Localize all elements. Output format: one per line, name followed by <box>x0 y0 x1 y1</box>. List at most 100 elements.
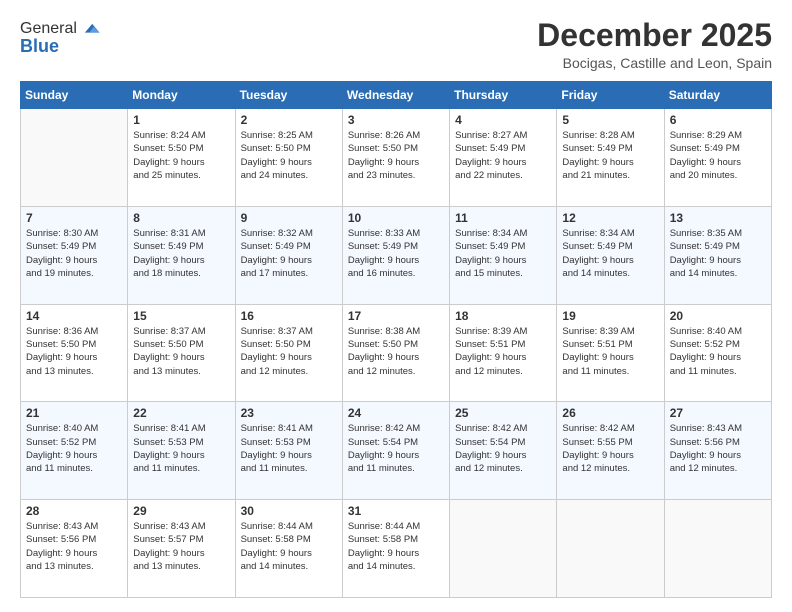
day-info: Sunrise: 8:42 AMSunset: 5:54 PMDaylight:… <box>455 422 551 475</box>
day-number: 1 <box>133 113 229 127</box>
calendar-cell-w3-d6: 20 Sunrise: 8:40 AMSunset: 5:52 PMDayligh… <box>664 304 771 402</box>
calendar-cell-w5-d2: 30 Sunrise: 8:44 AMSunset: 5:58 PMDayligh… <box>235 500 342 598</box>
day-number: 24 <box>348 406 444 420</box>
day-info: Sunrise: 8:30 AMSunset: 5:49 PMDaylight:… <box>26 227 122 280</box>
calendar-cell-w5-d4 <box>450 500 557 598</box>
day-number: 9 <box>241 211 337 225</box>
calendar-cell-w4-d2: 23 Sunrise: 8:41 AMSunset: 5:53 PMDayligh… <box>235 402 342 500</box>
calendar-cell-w3-d5: 19 Sunrise: 8:39 AMSunset: 5:51 PMDayligh… <box>557 304 664 402</box>
day-info: Sunrise: 8:43 AMSunset: 5:56 PMDaylight:… <box>26 520 122 573</box>
day-number: 30 <box>241 504 337 518</box>
day-info: Sunrise: 8:35 AMSunset: 5:49 PMDaylight:… <box>670 227 766 280</box>
day-info: Sunrise: 8:40 AMSunset: 5:52 PMDaylight:… <box>26 422 122 475</box>
calendar-cell-w2-d3: 10 Sunrise: 8:33 AMSunset: 5:49 PMDayligh… <box>342 206 449 304</box>
day-number: 27 <box>670 406 766 420</box>
day-number: 16 <box>241 309 337 323</box>
calendar-cell-w4-d0: 21 Sunrise: 8:40 AMSunset: 5:52 PMDayligh… <box>21 402 128 500</box>
calendar-cell-w3-d3: 17 Sunrise: 8:38 AMSunset: 5:50 PMDayligh… <box>342 304 449 402</box>
header-saturday: Saturday <box>664 82 771 109</box>
calendar-cell-w1-d4: 4 Sunrise: 8:27 AMSunset: 5:49 PMDaylight… <box>450 109 557 207</box>
day-number: 3 <box>348 113 444 127</box>
day-info: Sunrise: 8:32 AMSunset: 5:49 PMDaylight:… <box>241 227 337 280</box>
day-number: 10 <box>348 211 444 225</box>
header-tuesday: Tuesday <box>235 82 342 109</box>
day-number: 7 <box>26 211 122 225</box>
day-info: Sunrise: 8:44 AMSunset: 5:58 PMDaylight:… <box>241 520 337 573</box>
calendar-cell-w1-d0 <box>21 109 128 207</box>
day-number: 20 <box>670 309 766 323</box>
day-info: Sunrise: 8:41 AMSunset: 5:53 PMDaylight:… <box>241 422 337 475</box>
day-info: Sunrise: 8:42 AMSunset: 5:54 PMDaylight:… <box>348 422 444 475</box>
calendar-cell-w5-d0: 28 Sunrise: 8:43 AMSunset: 5:56 PMDayligh… <box>21 500 128 598</box>
day-info: Sunrise: 8:37 AMSunset: 5:50 PMDaylight:… <box>133 325 229 378</box>
calendar-week-2: 7 Sunrise: 8:30 AMSunset: 5:49 PMDaylight… <box>21 206 772 304</box>
calendar-cell-w3-d1: 15 Sunrise: 8:37 AMSunset: 5:50 PMDayligh… <box>128 304 235 402</box>
day-info: Sunrise: 8:38 AMSunset: 5:50 PMDaylight:… <box>348 325 444 378</box>
day-info: Sunrise: 8:26 AMSunset: 5:50 PMDaylight:… <box>348 129 444 182</box>
month-title: December 2025 <box>537 18 772 53</box>
day-number: 14 <box>26 309 122 323</box>
calendar-cell-w2-d1: 8Sunrise: 8:31 AMSunset: 5:49 PMDaylight… <box>128 206 235 304</box>
day-number: 21 <box>26 406 122 420</box>
calendar-cell-w1-d3: 3 Sunrise: 8:26 AMSunset: 5:50 PMDaylight… <box>342 109 449 207</box>
day-info: Sunrise: 8:25 AMSunset: 5:50 PMDaylight:… <box>241 129 337 182</box>
day-number: 8 <box>133 211 229 225</box>
calendar-cell-w2-d4: 11Sunrise: 8:34 AMSunset: 5:49 PMDayligh… <box>450 206 557 304</box>
day-info: Sunrise: 8:24 AMSunset: 5:50 PMDaylight:… <box>133 129 229 182</box>
logo-icon <box>79 18 101 40</box>
day-number: 22 <box>133 406 229 420</box>
day-number: 29 <box>133 504 229 518</box>
day-info: Sunrise: 8:39 AMSunset: 5:51 PMDaylight:… <box>455 325 551 378</box>
calendar-cell-w2-d2: 9 Sunrise: 8:32 AMSunset: 5:49 PMDaylight… <box>235 206 342 304</box>
day-info: Sunrise: 8:33 AMSunset: 5:49 PMDaylight:… <box>348 227 444 280</box>
day-info: Sunrise: 8:28 AMSunset: 5:49 PMDaylight:… <box>562 129 658 182</box>
day-number: 18 <box>455 309 551 323</box>
day-info: Sunrise: 8:27 AMSunset: 5:49 PMDaylight:… <box>455 129 551 182</box>
day-info: Sunrise: 8:40 AMSunset: 5:52 PMDaylight:… <box>670 325 766 378</box>
calendar-cell-w5-d3: 31 Sunrise: 8:44 AMSunset: 5:58 PMDayligh… <box>342 500 449 598</box>
calendar-cell-w4-d4: 25Sunrise: 8:42 AMSunset: 5:54 PMDayligh… <box>450 402 557 500</box>
calendar-cell-w1-d6: 6 Sunrise: 8:29 AMSunset: 5:49 PMDaylight… <box>664 109 771 207</box>
header-wednesday: Wednesday <box>342 82 449 109</box>
calendar-week-4: 21 Sunrise: 8:40 AMSunset: 5:52 PMDayligh… <box>21 402 772 500</box>
day-number: 2 <box>241 113 337 127</box>
calendar-cell-w2-d0: 7 Sunrise: 8:30 AMSunset: 5:49 PMDaylight… <box>21 206 128 304</box>
calendar-cell-w1-d5: 5Sunrise: 8:28 AMSunset: 5:49 PMDaylight… <box>557 109 664 207</box>
calendar-cell-w3-d4: 18 Sunrise: 8:39 AMSunset: 5:51 PMDayligh… <box>450 304 557 402</box>
title-area: December 2025 Bocigas, Castille and Leon… <box>537 18 772 71</box>
day-number: 17 <box>348 309 444 323</box>
day-number: 19 <box>562 309 658 323</box>
calendar-cell-w5-d1: 29 Sunrise: 8:43 AMSunset: 5:57 PMDayligh… <box>128 500 235 598</box>
day-info: Sunrise: 8:37 AMSunset: 5:50 PMDaylight:… <box>241 325 337 378</box>
day-info: Sunrise: 8:29 AMSunset: 5:49 PMDaylight:… <box>670 129 766 182</box>
calendar-cell-w1-d2: 2 Sunrise: 8:25 AMSunset: 5:50 PMDaylight… <box>235 109 342 207</box>
day-info: Sunrise: 8:34 AMSunset: 5:49 PMDaylight:… <box>455 227 551 280</box>
day-number: 15 <box>133 309 229 323</box>
calendar-cell-w3-d2: 16 Sunrise: 8:37 AMSunset: 5:50 PMDayligh… <box>235 304 342 402</box>
day-number: 13 <box>670 211 766 225</box>
calendar-cell-w4-d3: 24 Sunrise: 8:42 AMSunset: 5:54 PMDayligh… <box>342 402 449 500</box>
day-number: 31 <box>348 504 444 518</box>
day-number: 26 <box>562 406 658 420</box>
day-info: Sunrise: 8:44 AMSunset: 5:58 PMDaylight:… <box>348 520 444 573</box>
calendar-table: Sunday Monday Tuesday Wednesday Thursday… <box>20 81 772 598</box>
header-monday: Monday <box>128 82 235 109</box>
day-info: Sunrise: 8:43 AMSunset: 5:57 PMDaylight:… <box>133 520 229 573</box>
day-number: 4 <box>455 113 551 127</box>
calendar-cell-w5-d5 <box>557 500 664 598</box>
calendar-week-3: 14 Sunrise: 8:36 AMSunset: 5:50 PMDayligh… <box>21 304 772 402</box>
day-info: Sunrise: 8:36 AMSunset: 5:50 PMDaylight:… <box>26 325 122 378</box>
day-number: 23 <box>241 406 337 420</box>
calendar-cell-w5-d6 <box>664 500 771 598</box>
day-info: Sunrise: 8:34 AMSunset: 5:49 PMDaylight:… <box>562 227 658 280</box>
calendar-cell-w4-d1: 22Sunrise: 8:41 AMSunset: 5:53 PMDayligh… <box>128 402 235 500</box>
calendar-cell-w2-d5: 12Sunrise: 8:34 AMSunset: 5:49 PMDayligh… <box>557 206 664 304</box>
day-number: 28 <box>26 504 122 518</box>
day-number: 6 <box>670 113 766 127</box>
header-friday: Friday <box>557 82 664 109</box>
calendar-header-row: Sunday Monday Tuesday Wednesday Thursday… <box>21 82 772 109</box>
day-info: Sunrise: 8:39 AMSunset: 5:51 PMDaylight:… <box>562 325 658 378</box>
calendar-cell-w2-d6: 13 Sunrise: 8:35 AMSunset: 5:49 PMDayligh… <box>664 206 771 304</box>
header-thursday: Thursday <box>450 82 557 109</box>
calendar-week-5: 28 Sunrise: 8:43 AMSunset: 5:56 PMDayligh… <box>21 500 772 598</box>
